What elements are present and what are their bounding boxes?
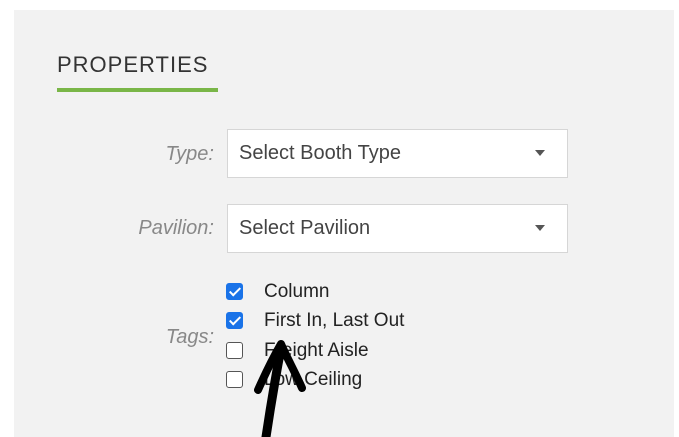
checkbox-checked-icon[interactable] bbox=[226, 312, 243, 329]
type-label: Type: bbox=[165, 143, 214, 165]
section-title: PROPERTIES bbox=[57, 52, 209, 77]
booth-type-select-value: Select Booth Type bbox=[239, 142, 401, 164]
tag-label: Low Ceiling bbox=[264, 369, 363, 390]
checkbox-unchecked-icon[interactable] bbox=[226, 342, 243, 359]
tag-label: Freight Aisle bbox=[264, 340, 369, 361]
tag-label: Column bbox=[264, 281, 330, 302]
title-underline bbox=[57, 88, 218, 92]
checkbox-checked-icon[interactable] bbox=[226, 283, 243, 300]
properties-panel: PROPERTIES Type: Select Booth Type Pavil… bbox=[14, 10, 674, 437]
pavilion-select-value: Select Pavilion bbox=[239, 217, 371, 239]
booth-type-select[interactable]: Select Booth Type bbox=[227, 129, 568, 178]
dropdown-arrow-icon bbox=[535, 150, 545, 156]
tag-label: First In, Last Out bbox=[264, 310, 405, 331]
pavilion-label: Pavilion: bbox=[138, 217, 214, 239]
dropdown-arrow-icon bbox=[535, 225, 545, 231]
pavilion-select[interactable]: Select Pavilion bbox=[227, 204, 568, 253]
checkbox-unchecked-icon[interactable] bbox=[226, 371, 243, 388]
tags-label: Tags: bbox=[165, 326, 214, 348]
